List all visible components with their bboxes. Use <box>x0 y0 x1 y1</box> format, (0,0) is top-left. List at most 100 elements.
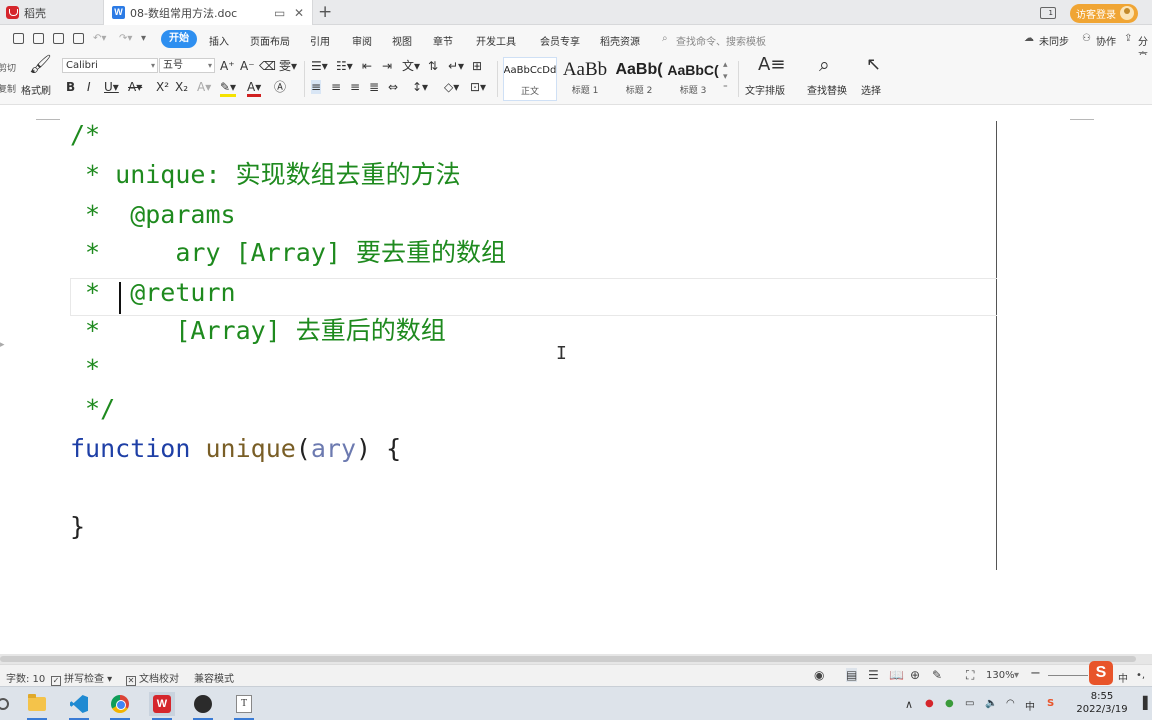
menu-tab-docer-resources[interactable]: 稻壳资源 <box>600 33 640 48</box>
code-line[interactable]: * @return <box>70 278 236 308</box>
quick-access-more-icon[interactable]: ▾ <box>141 33 146 44</box>
code-line[interactable]: * ary [Array] 要去重的数组 <box>70 238 506 268</box>
eye-protect-icon[interactable]: ◉ <box>814 668 824 682</box>
italic-icon[interactable]: I <box>87 80 91 94</box>
chinese-layout-icon[interactable]: 文▾ <box>402 59 420 73</box>
document-canvas[interactable]: ▸ /* * unique: 实现数组去重的方法 * @params * ary… <box>0 106 1152 654</box>
web-view-icon[interactable]: ⊕ <box>910 668 920 682</box>
find-replace-button[interactable]: 查找替换 <box>807 82 847 97</box>
search-circle-icon[interactable] <box>0 692 16 716</box>
code-line[interactable]: } <box>70 512 85 542</box>
scrollbar-thumb[interactable] <box>0 656 1136 662</box>
menu-tab-layout[interactable]: 页面布局 <box>250 33 290 48</box>
bold-icon[interactable]: B <box>66 80 75 94</box>
menu-tab-view[interactable]: 视图 <box>392 33 412 48</box>
tray-app-icon[interactable]: ● <box>925 698 934 709</box>
tray-expand-icon[interactable]: ∧ <box>905 698 913 711</box>
clear-format-icon[interactable]: ⌫ <box>259 59 276 73</box>
code-line[interactable]: */ <box>70 394 115 424</box>
line-spacing-icon[interactable]: ↕▾ <box>412 80 428 94</box>
menu-tab-references[interactable]: 引用 <box>310 33 330 48</box>
menu-tab-review[interactable]: 审阅 <box>352 33 372 48</box>
undo-icon[interactable]: ↶▾ <box>93 33 106 44</box>
code-line[interactable]: function unique(ary) { <box>70 434 401 464</box>
justify-icon[interactable]: ≣ <box>369 80 379 94</box>
font-name-select[interactable]: Calibri <box>62 58 158 73</box>
system-clock[interactable]: 8:55 2022/3/19 <box>1074 690 1130 716</box>
read-view-icon[interactable]: 📖 <box>889 668 904 682</box>
outline-view-icon[interactable]: ☰ <box>868 668 879 682</box>
menu-tab-chapter[interactable]: 章节 <box>433 33 453 48</box>
font-size-select[interactable]: 五号 <box>159 58 215 73</box>
menu-tab-member[interactable]: 会员专享 <box>540 33 580 48</box>
distribute-icon[interactable]: ⇔ <box>388 80 398 94</box>
cut-button[interactable]: 剪切 <box>0 61 16 74</box>
sort-icon[interactable]: ⇅ <box>428 59 438 73</box>
close-tab-icon[interactable]: ✕ <box>294 6 304 20</box>
file-icon[interactable] <box>13 33 24 45</box>
guest-login-button[interactable]: 访客登录 <box>1070 3 1138 23</box>
zoom-dropdown-icon[interactable]: ▾ <box>1014 670 1019 681</box>
styles-scroll-icon[interactable]: ▴ ▾ ⁼ <box>723 59 728 95</box>
menu-tab-home[interactable]: 开始 <box>161 30 197 48</box>
format-painter-button[interactable]: 格式刷 <box>21 82 51 97</box>
highlight-icon[interactable]: ✎▾ <box>220 80 237 97</box>
typora-icon[interactable]: T <box>231 692 257 720</box>
new-tab-button[interactable]: + <box>318 2 332 22</box>
network-icon[interactable]: ◠ <box>1006 698 1015 709</box>
spellcheck-toggle[interactable]: ✓ 拼写检查 ▾ <box>51 670 112 686</box>
battery-icon[interactable]: ▭ <box>965 698 974 709</box>
underline-icon[interactable]: U▾ <box>104 80 119 94</box>
code-line[interactable]: * @params <box>70 200 236 230</box>
horizontal-scrollbar[interactable] <box>0 654 1152 664</box>
vscode-icon[interactable] <box>66 692 92 720</box>
code-line[interactable]: * unique: 实现数组去重的方法 <box>70 160 461 190</box>
table-tools-icon[interactable]: ⊞ <box>472 59 482 73</box>
zoom-level[interactable]: 130% <box>986 670 1015 681</box>
shrink-font-icon[interactable]: A⁻ <box>240 59 255 73</box>
sogou-ime-icon[interactable]: S <box>1089 661 1113 685</box>
style-heading-2[interactable]: AaBb( 标题 2 <box>613 57 665 101</box>
ime-punct-icon[interactable]: •, <box>1136 670 1145 681</box>
select-button[interactable]: 选择 <box>861 82 881 97</box>
align-center-icon[interactable]: ≡ <box>331 80 341 94</box>
shading-icon[interactable]: ◇▾ <box>444 80 459 94</box>
tab-home[interactable]: 稻壳 <box>0 0 102 25</box>
tab-document[interactable]: W 08-数组常用方法.doc ▭ ✕ <box>103 0 313 25</box>
print-preview-icon[interactable] <box>73 33 84 45</box>
menu-tab-developer[interactable]: 开发工具 <box>476 33 516 48</box>
fit-page-icon[interactable]: ⛶ <box>966 668 974 683</box>
align-right-icon[interactable]: ≡ <box>350 80 360 94</box>
page-view-icon[interactable]: ▤ <box>846 668 858 682</box>
font-color-icon[interactable]: A▾ <box>247 80 262 97</box>
redo-icon[interactable]: ↷▾ <box>119 33 132 44</box>
write-view-icon[interactable]: ✎ <box>932 668 942 682</box>
print-icon[interactable] <box>53 33 64 45</box>
search-icon[interactable]: ⌕ <box>662 33 668 44</box>
borders-icon[interactable]: ⊡▾ <box>470 80 486 94</box>
word-count[interactable]: 字数: 10 <box>6 670 45 685</box>
pin-tab-icon[interactable]: ▭ <box>274 6 285 20</box>
collab-button[interactable]: 协作 <box>1096 33 1116 48</box>
bullet-list-icon[interactable]: ☰▾ <box>311 59 328 73</box>
show-marks-icon[interactable]: ↵▾ <box>448 59 464 73</box>
strikethrough-icon[interactable]: A▾ <box>128 80 142 94</box>
style-heading-3[interactable]: AaBbC( 标题 3 <box>667 57 719 101</box>
menu-tab-insert[interactable]: 插入 <box>209 33 229 48</box>
window-count-icon[interactable]: 1 <box>1040 7 1056 19</box>
phonetic-icon[interactable]: 雯▾ <box>279 59 297 73</box>
style-normal[interactable]: AaBbCcDd 正文 <box>503 57 557 101</box>
superscript-icon[interactable]: X² <box>156 80 169 94</box>
decrease-indent-icon[interactable]: ⇤ <box>362 59 372 73</box>
file-explorer-icon[interactable] <box>24 692 50 720</box>
sogou-tray-icon[interactable]: S <box>1047 698 1054 709</box>
increase-indent-icon[interactable]: ⇥ <box>382 59 392 73</box>
wps-taskbar-icon[interactable]: W <box>149 692 175 720</box>
text-layout-button[interactable]: 文字排版 <box>745 82 785 97</box>
ime-language-indicator[interactable]: 中 <box>1118 670 1128 685</box>
show-desktop-icon[interactable]: ▌ <box>1143 696 1152 710</box>
subscript-icon[interactable]: X₂ <box>175 80 188 94</box>
doc-proof-button[interactable]: ✕ 文档校对 <box>126 670 179 686</box>
style-heading-1[interactable]: AaBb 标题 1 <box>559 57 611 101</box>
text-effect-icon[interactable]: A▾ <box>197 80 211 94</box>
